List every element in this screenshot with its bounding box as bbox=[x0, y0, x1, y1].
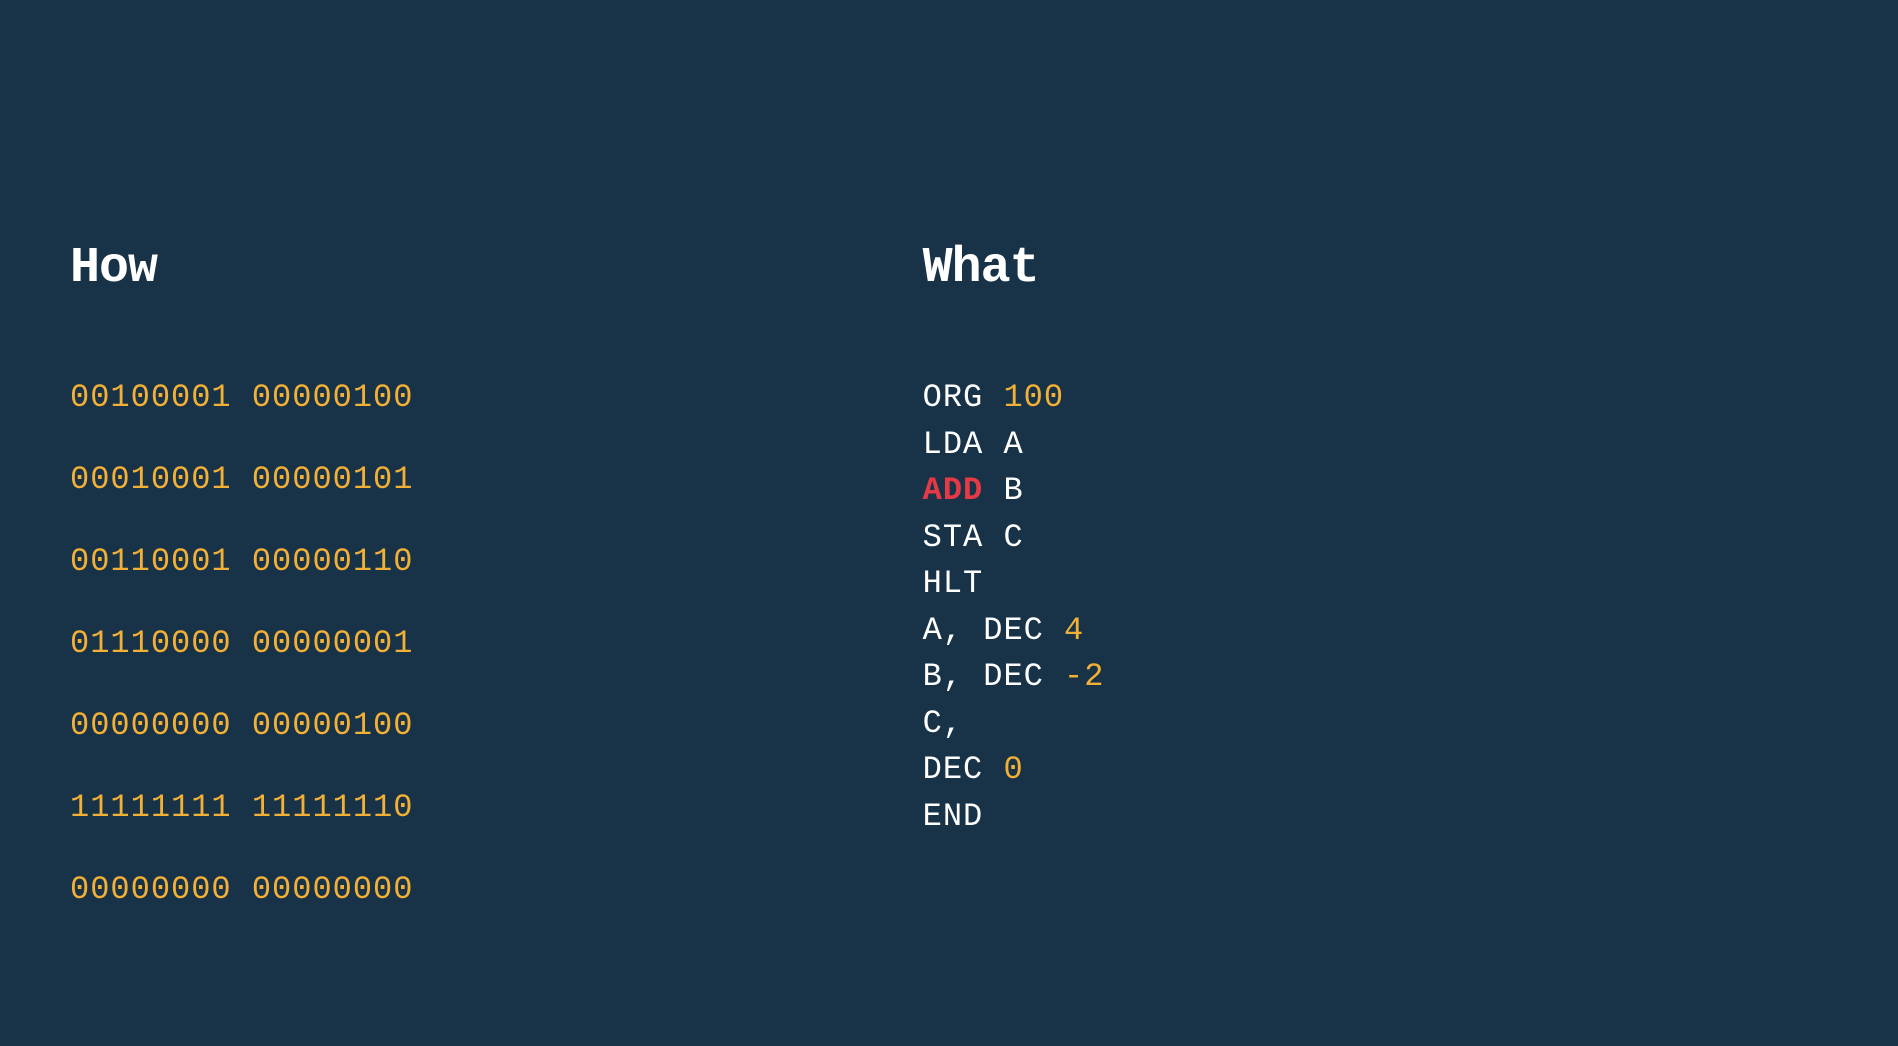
asm-token: , bbox=[943, 705, 963, 742]
asm-token: ADD bbox=[923, 472, 984, 509]
assembly-line: B, DEC -2 bbox=[923, 658, 1828, 695]
asm-token: , bbox=[943, 658, 963, 695]
binary-line: 01110000 00000001 bbox=[70, 625, 923, 662]
asm-token: 4 bbox=[1064, 612, 1084, 649]
assembly-line: A, DEC 4 bbox=[923, 612, 1828, 649]
assembly-line: DEC 0 bbox=[923, 751, 1828, 788]
asm-token: 0 bbox=[1003, 751, 1023, 788]
asm-token: 100 bbox=[1003, 379, 1064, 416]
assembly-line: ADD B bbox=[923, 472, 1828, 509]
asm-token: LDA A bbox=[923, 426, 1024, 463]
asm-token: -2 bbox=[1064, 658, 1104, 695]
assembly-line: STA C bbox=[923, 519, 1828, 556]
what-column: What ORG 100 LDA A ADD B STA C HLT A, DEC 4 B,… bbox=[923, 240, 1828, 908]
asm-token: DEC bbox=[963, 612, 1064, 649]
assembly-line: C, bbox=[923, 705, 1828, 742]
binary-line: 00010001 00000101 bbox=[70, 461, 923, 498]
asm-token: ORG bbox=[923, 379, 1004, 416]
asm-token: DEC bbox=[923, 751, 1004, 788]
binary-line: 00000000 00000100 bbox=[70, 707, 923, 744]
what-heading: What bbox=[923, 240, 1828, 297]
slide-content: How 00100001 0000010000010001 0000010100… bbox=[0, 0, 1898, 908]
binary-line: 00000000 00000000 bbox=[70, 871, 923, 908]
binary-line: 00110001 00000110 bbox=[70, 543, 923, 580]
asm-token: B bbox=[923, 658, 943, 695]
asm-token: B bbox=[983, 472, 1023, 509]
assembly-line: LDA A bbox=[923, 426, 1828, 463]
binary-line: 11111111 11111110 bbox=[70, 789, 923, 826]
asm-token: C bbox=[923, 705, 943, 742]
assembly-line: ORG 100 bbox=[923, 379, 1828, 416]
assembly-line: END bbox=[923, 798, 1828, 835]
asm-token: STA C bbox=[923, 519, 1024, 556]
how-column: How 00100001 0000010000010001 0000010100… bbox=[70, 240, 923, 908]
asm-token: HLT bbox=[923, 565, 984, 602]
binary-line: 00100001 00000100 bbox=[70, 379, 923, 416]
asm-token: DEC bbox=[963, 658, 1064, 695]
asm-token: , bbox=[943, 612, 963, 649]
assembly-list: ORG 100 LDA A ADD B STA C HLT A, DEC 4 B, DEC … bbox=[923, 379, 1828, 835]
asm-token: A bbox=[923, 612, 943, 649]
asm-token: END bbox=[923, 798, 984, 835]
binary-list: 00100001 00000100 00010001 00000101 001100… bbox=[70, 379, 923, 908]
how-heading: How bbox=[70, 240, 923, 297]
assembly-line: HLT bbox=[923, 565, 1828, 602]
